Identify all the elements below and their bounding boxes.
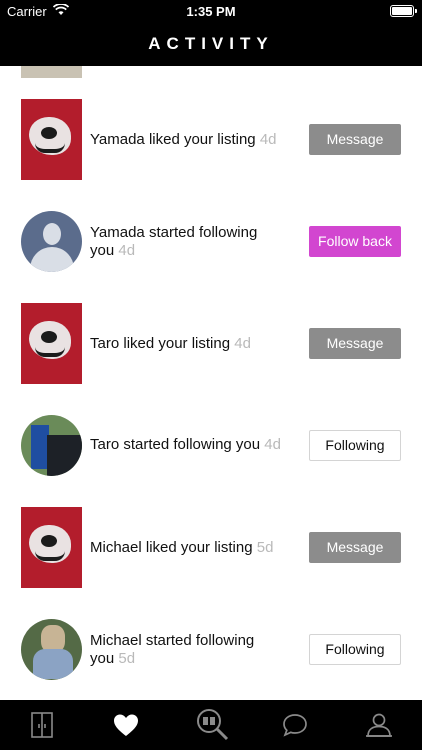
- default-avatar[interactable]: [21, 211, 82, 272]
- activity-time: 4d: [264, 436, 281, 453]
- profile-icon[interactable]: [364, 710, 394, 740]
- activity-row[interactable]: Michael liked your listing 5d Message: [0, 507, 422, 609]
- activity-row[interactable]: Yamada started following you 4d Follow b…: [0, 211, 422, 313]
- status-bar: Carrier 1:35 PM: [0, 0, 422, 22]
- activity-action: liked your listing: [123, 335, 231, 352]
- activity-time: 5d: [118, 650, 136, 667]
- message-button[interactable]: Message: [309, 328, 401, 359]
- user-avatar[interactable]: [21, 415, 82, 476]
- listing-thumbnail[interactable]: [21, 99, 82, 180]
- user-name[interactable]: Michael: [90, 632, 142, 649]
- listing-thumbnail-partial[interactable]: [21, 66, 82, 78]
- activity-row[interactable]: Michael started following you 5d Followi…: [0, 619, 422, 700]
- chat-icon[interactable]: [280, 710, 310, 740]
- battery-icon: [390, 5, 417, 17]
- activity-text: Taro started following you 4d: [90, 436, 281, 454]
- activity-feed[interactable]: Yamada liked your listing 4d Message Yam…: [0, 66, 422, 700]
- user-name[interactable]: Taro: [90, 436, 119, 453]
- activity-row[interactable]: Yamada liked your listing 4d Message: [0, 99, 422, 201]
- follow-back-button[interactable]: Follow back: [309, 226, 401, 257]
- page-title: ACTIVITY: [148, 34, 274, 53]
- closet-icon[interactable]: [27, 710, 57, 740]
- activity-text: Michael started following you 5d: [90, 632, 254, 668]
- following-button[interactable]: Following: [309, 430, 401, 461]
- activity-text: Yamada started following you 4d: [90, 224, 257, 260]
- user-name[interactable]: Taro: [90, 335, 119, 352]
- activity-text: Michael liked your listing 5d: [90, 539, 273, 557]
- activity-time: 5d: [256, 539, 274, 556]
- search-icon[interactable]: [194, 706, 230, 742]
- activity-action: started following: [145, 632, 255, 649]
- heart-icon[interactable]: [111, 710, 141, 740]
- activity-text: Yamada liked your listing 4d: [90, 131, 277, 149]
- nav-bar: ACTIVITY: [0, 22, 422, 66]
- message-button[interactable]: Message: [309, 532, 401, 563]
- status-time: 1:35 PM: [186, 4, 236, 19]
- activity-text: Taro liked your listing 4d: [90, 335, 251, 353]
- user-name[interactable]: Yamada: [90, 131, 145, 148]
- tab-bar: [0, 700, 422, 750]
- activity-row[interactable]: Taro liked your listing 4d Message: [0, 303, 422, 405]
- activity-action-line2: you: [90, 242, 115, 259]
- following-button[interactable]: Following: [309, 634, 401, 665]
- user-avatar[interactable]: [21, 619, 82, 680]
- activity-action: started following you: [123, 436, 261, 453]
- user-name[interactable]: Yamada: [90, 224, 145, 241]
- user-name[interactable]: Michael: [90, 539, 142, 556]
- listing-thumbnail[interactable]: [21, 507, 82, 588]
- message-button[interactable]: Message: [309, 124, 401, 155]
- activity-time: 4d: [118, 242, 136, 259]
- activity-row[interactable]: Taro started following you 4d Following: [0, 415, 422, 517]
- activity-time: 4d: [234, 335, 251, 352]
- listing-thumbnail[interactable]: [21, 303, 82, 384]
- activity-action: liked your listing: [148, 131, 256, 148]
- activity-time: 4d: [259, 131, 277, 148]
- activity-action: started following: [148, 224, 258, 241]
- activity-action-line2: you: [90, 650, 115, 667]
- activity-action: liked your listing: [145, 539, 253, 556]
